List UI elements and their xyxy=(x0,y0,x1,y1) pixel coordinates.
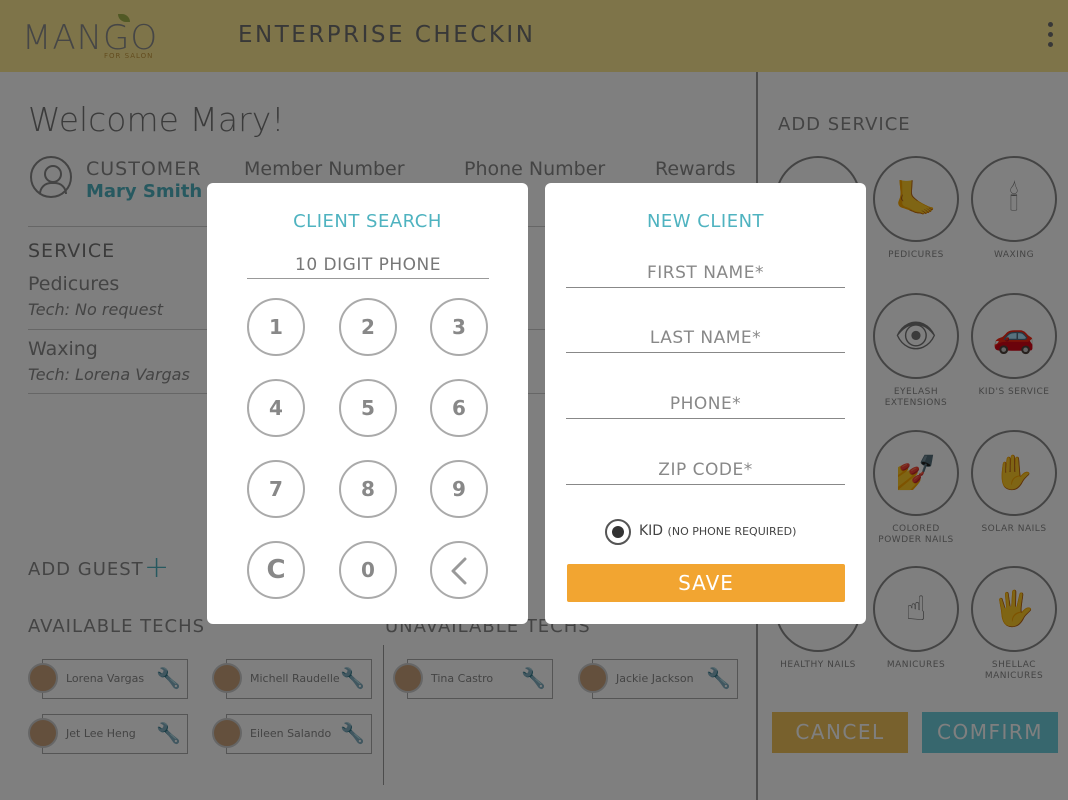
save-button[interactable]: SAVE xyxy=(567,564,845,602)
keypad-6-button[interactable]: 6 xyxy=(430,379,488,437)
keypad-8-button[interactable]: 8 xyxy=(339,460,397,518)
zip-code-field[interactable]: ZIP CODE* xyxy=(566,457,845,485)
keypad-3-button[interactable]: 3 xyxy=(430,298,488,356)
phone-search-input[interactable]: 10 DIGIT PHONE xyxy=(247,253,489,279)
last-name-field[interactable]: LAST NAME* xyxy=(566,325,845,353)
new-client-title: NEW CLIENT xyxy=(646,211,765,232)
keypad-1-button[interactable]: 1 xyxy=(247,298,305,356)
client-search-title: CLIENT SEARCH xyxy=(293,211,442,232)
modal-backdrop[interactable] xyxy=(0,0,1068,800)
keypad-0-button[interactable]: 0 xyxy=(339,541,397,599)
kid-label[interactable]: KID (NO PHONE REQUIRED) xyxy=(639,523,796,539)
keypad-backspace-button[interactable] xyxy=(430,541,488,599)
keypad-clear-button[interactable]: C xyxy=(247,541,305,599)
new-client-dialog: NEW CLIENT FIRST NAME* LAST NAME* PHONE*… xyxy=(545,183,866,624)
keypad-4-button[interactable]: 4 xyxy=(247,379,305,437)
keypad-2-button[interactable]: 2 xyxy=(339,298,397,356)
kid-label-text: KID xyxy=(639,523,664,539)
client-search-dialog: CLIENT SEARCH 10 DIGIT PHONE 1 2 3 4 5 6… xyxy=(207,183,528,624)
keypad-5-button[interactable]: 5 xyxy=(339,379,397,437)
first-name-field[interactable]: FIRST NAME* xyxy=(566,260,845,288)
chevron-left-icon xyxy=(451,557,467,585)
keypad-7-button[interactable]: 7 xyxy=(247,460,305,518)
keypad-9-button[interactable]: 9 xyxy=(430,460,488,518)
phone-field[interactable]: PHONE* xyxy=(566,391,845,419)
kid-note: (NO PHONE REQUIRED) xyxy=(667,525,797,538)
kid-radio[interactable] xyxy=(605,519,631,545)
